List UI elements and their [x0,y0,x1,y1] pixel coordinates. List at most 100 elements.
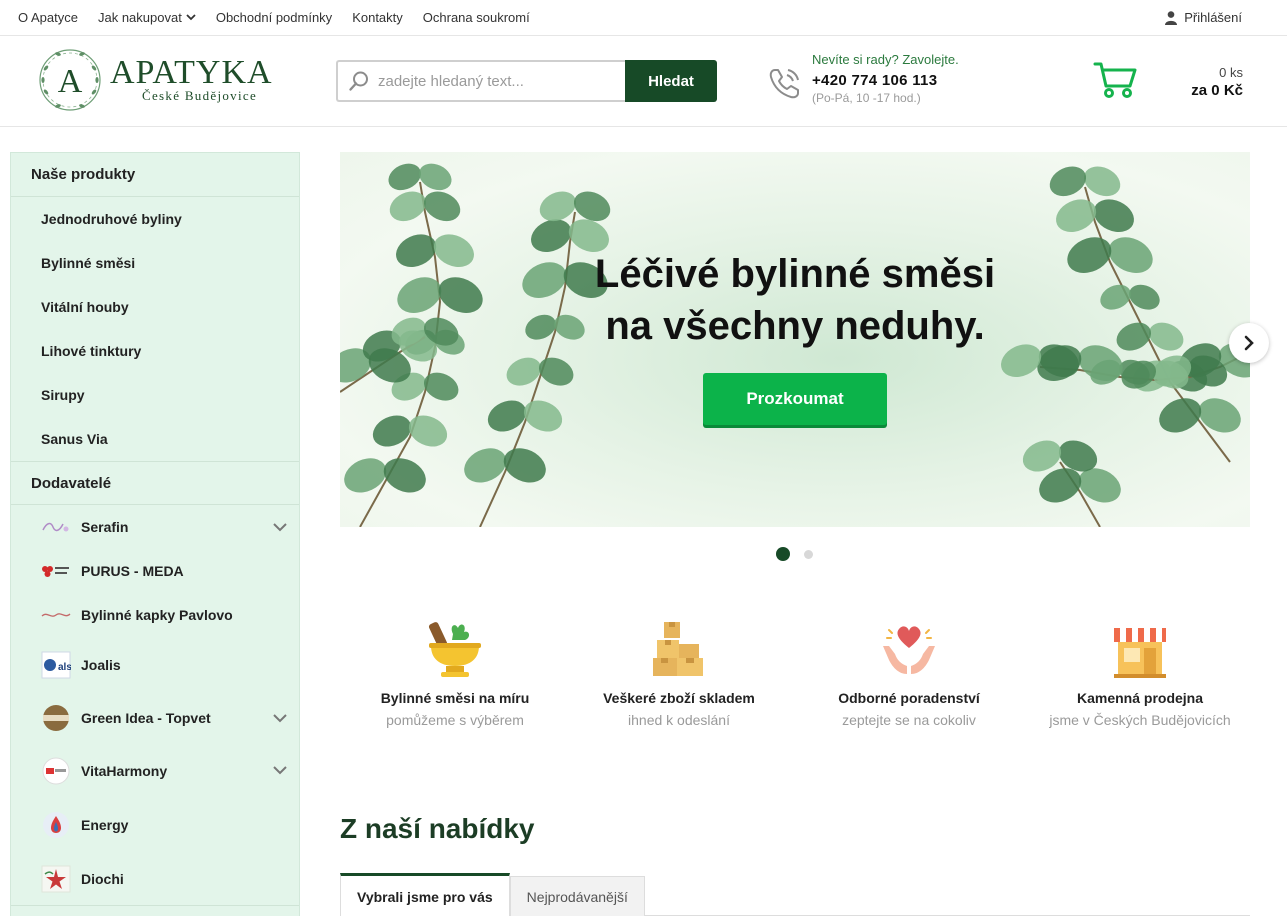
sidebar-item-label: Vitální houby [41,299,129,315]
sidebar-item-vitalni-houby[interactable]: Vitální houby [11,285,299,329]
joalis-logo: als [41,651,71,679]
contact-block: Nevíte si rady? Zavolejte. +420 774 106 … [766,52,959,105]
sidebar-item-label: Sanus Via [41,431,108,447]
eucalyptus-leaf [389,191,427,222]
eucalyptus-leaf [503,448,546,483]
sidebar-item-label: Energy [81,816,129,833]
contact-hours: (Po-Pá, 10 -17 hod.) [812,91,921,105]
sidebar-item-lihove-tinktury[interactable]: Lihové tinktury [11,329,299,373]
topvet-logo [41,704,71,732]
nav-link-terms[interactable]: Obchodní podmínky [216,10,332,25]
hero-title-line-1: Léčivé bylinné směsi [594,252,996,296]
benefit-subtitle: zeptejte se na cokoliv [842,712,976,728]
site-header: A APATYKA České Budějovice Hledat Nevíte… [0,36,1287,127]
sidebar-item-label: Lihové tinktury [41,343,142,359]
sidebar-item-sirupy[interactable]: Sirupy [11,373,299,417]
nav-link-label: O Apatyce [18,10,78,25]
mortar-herbs-icon [340,620,570,682]
nav-link-about[interactable]: O Apatyce [18,10,78,25]
benefit-in-stock: Veškeré zboží skladem ihned k odeslání [564,620,794,728]
sidebar-supplier-diochi[interactable]: Diochi [11,852,299,905]
sidebar-item-sanus-via[interactable]: Sanus Via [11,417,299,461]
nav-link-how-to-buy[interactable]: Jak nakupovat [98,10,196,25]
phone-icon [766,64,804,104]
sidebar-item-label: Diochi [81,870,124,887]
search-input[interactable] [378,72,618,90]
sidebar-item-label: Serafin [81,519,129,535]
hero-title: Léčivé bylinné směsi na všechny neduhy. [530,248,1060,352]
logo-wreath-icon: A [36,46,104,114]
diochi-logo [41,865,71,893]
hero-banner: Léčivé bylinné směsi na všechny neduhy. … [340,152,1250,527]
svg-text:A: A [58,63,83,100]
benefit-subtitle: ihned k odeslání [628,712,730,728]
offer-section-title: Z naší nabídky [340,813,535,844]
eucalyptus-leaf [487,400,527,432]
tab-bestsellers[interactable]: Nejprodávanější [509,876,645,916]
carousel-dot-active[interactable] [776,547,790,561]
top-navigation: O Apatyce Jak nakupovat Obchodní podmínk… [18,0,550,35]
sidebar-item-label: Bylinné směsi [41,255,136,271]
eucalyptus-leaf [506,357,542,386]
purus-meda-logo [41,557,71,585]
cart-widget[interactable]: 0 ks za 0 Kč [1093,61,1243,99]
eucalyptus-leaf [1100,284,1131,310]
sidebar-supplier-energy[interactable]: Energy [11,797,299,852]
eucalyptus-leaf [464,448,507,483]
chevron-down-icon[interactable] [273,766,287,775]
sidebar-item-label: Bylinné kapky Pavlovo [81,607,233,623]
boxes-icon [564,620,794,682]
carousel-next-button[interactable] [1229,323,1269,363]
sidebar-supplier-green-idea-topvet[interactable]: Green Idea - Topvet [11,692,299,744]
sidebar-supplier-serafin[interactable]: Serafin [11,505,299,549]
search-button[interactable]: Hledat [625,60,717,102]
search-box[interactable] [336,60,625,102]
login-label: Přihlášení [1184,10,1242,25]
cart-count: 0 ks [1219,65,1243,80]
category-sidebar: Naše produkty Jednodruhové byliny Bylinn… [10,152,300,916]
nav-link-contacts[interactable]: Kontakty [352,10,403,25]
chevron-down-icon[interactable] [273,713,287,723]
eucalyptus-leaf [344,458,387,493]
site-logo[interactable]: A APATYKA České Budějovice [36,46,286,114]
sidebar-heading-suppliers: Dodavatelé [11,461,299,505]
sidebar-item-bylinne-smesi[interactable]: Bylinné směsi [11,241,299,285]
benefit-subtitle: jsme v Českých Budějovicích [1049,712,1231,728]
sidebar-item-jednodruhove-byliny[interactable]: Jednodruhové byliny [11,197,299,241]
serafin-logo [41,513,71,541]
tab-picked-for-you[interactable]: Vybrali jsme pro vás [340,873,510,916]
sidebar-supplier-joalis[interactable]: als Joalis [11,637,299,692]
contact-question: Nevíte si rady? Zavolejte. [812,52,959,67]
nav-link-label: Obchodní podmínky [215,10,333,25]
benefit-brick-store: Kamenná prodejna jsme v Českých Budějovi… [1025,620,1255,728]
logo-name: APATYKA [110,54,273,91]
eucalyptus-leaf [573,191,611,222]
storefront-icon [1025,620,1255,682]
benefits-row: Bylinné směsi na míru pomůžeme s výběrem… [340,620,1260,740]
contact-phone[interactable]: +420 774 106 113 [812,72,959,89]
user-icon [1165,10,1178,25]
chevron-down-icon[interactable] [273,522,287,532]
sidebar-item-label: Jednodruhové byliny [41,211,182,227]
carousel-dot[interactable] [804,549,813,559]
sidebar-supplier-purus-meda[interactable]: PURUS - MEDA [11,549,299,593]
eucalyptus-leaf [1083,166,1121,197]
sidebar-item-label: Joalis [81,656,121,673]
sidebar-supplier-vitaharmony[interactable]: VitaHarmony [11,744,299,797]
nav-link-label: Jak nakupovat [97,10,182,25]
nav-link-privacy[interactable]: Ochrana soukromí [423,10,530,25]
sidebar-divider [11,905,299,906]
eucalyptus-leaf [1093,199,1134,233]
explore-button[interactable]: Prozkoumat [703,373,887,425]
eucalyptus-leaf [1148,322,1184,351]
sidebar-item-label: PURUS - MEDA [81,563,184,579]
benefit-custom-mixes: Bylinné směsi na míru pomůžeme s výběrem [340,620,570,728]
eucalyptus-leaf [372,415,412,447]
eucalyptus-leaf [1129,284,1160,310]
sidebar-supplier-bylinne-kapky-pavlovo[interactable]: Bylinné kapky Pavlovo [11,593,299,637]
search-form: Hledat [336,60,717,102]
eucalyptus-leaf [1159,398,1202,433]
login-link[interactable]: Přihlášení [1165,0,1242,35]
svg-text:als: als [58,662,71,673]
benefit-title: Bylinné směsi na míru [380,690,530,706]
